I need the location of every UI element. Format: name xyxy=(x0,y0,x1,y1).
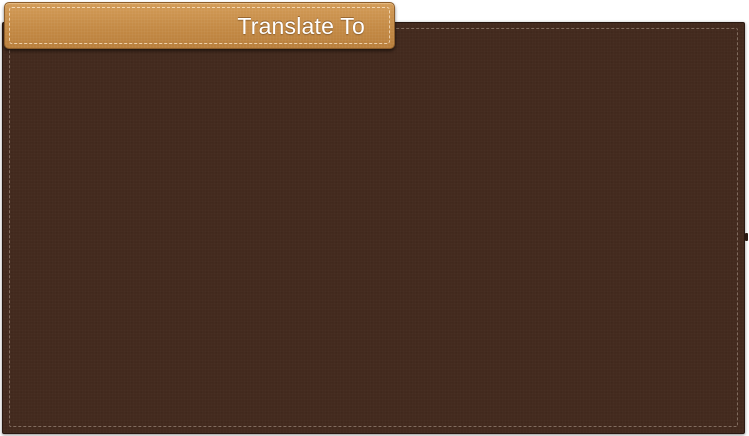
tab-title: Translate To xyxy=(237,13,365,39)
translate-to-panel xyxy=(2,22,748,434)
translate-to-tab: Translate To xyxy=(4,2,395,49)
panel-stitching xyxy=(9,28,738,427)
panel-edge-handle xyxy=(745,233,748,241)
